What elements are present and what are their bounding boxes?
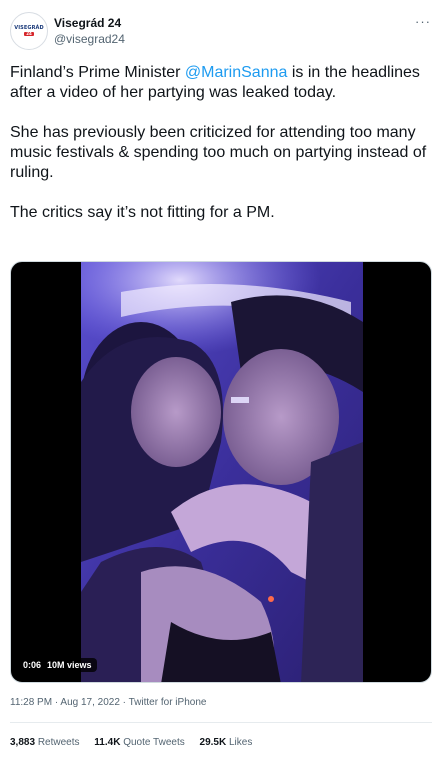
meta-separator-2: ·	[119, 697, 129, 708]
video-duration: 0:06	[23, 660, 42, 670]
tweet-text: Finland’s Prime Minister @MarinSanna is …	[10, 63, 430, 243]
video-frame-image	[81, 262, 363, 682]
tweet-date[interactable]: Aug 17, 2022	[60, 697, 120, 708]
avatar[interactable]: VISEGRÁD 24	[10, 12, 48, 50]
tweet-paragraph-2: She has previously been criticized for a…	[10, 124, 427, 181]
video-views: 10M views	[47, 660, 92, 670]
tweet-source[interactable]: Twitter for iPhone	[129, 697, 207, 708]
divider-top	[10, 722, 432, 723]
quote-tweets-count: 11.4K	[94, 737, 121, 748]
retweets-count: 3,883	[10, 737, 36, 748]
author-name[interactable]: Visegrád 24	[54, 16, 121, 30]
video-time-badge: 0:06 10M views	[18, 658, 97, 672]
avatar-logo-badge: 24	[24, 31, 34, 36]
tweet-paragraph-3: The critics say it’s not fitting for a P…	[10, 204, 275, 221]
likes-count: 29.5K	[199, 737, 227, 748]
tweet-header: VISEGRÁD 24 Visegrád 24 @visegrad24 ···	[10, 12, 433, 52]
tweet-paragraph-1-start: Finland’s Prime Minister	[10, 64, 185, 81]
retweets-stat[interactable]: 3,883 Retweets	[10, 737, 80, 748]
tweet-time[interactable]: 11:28 PM	[10, 697, 52, 708]
tweet-meta: 11:28 PM · Aug 17, 2022 · Twitter for iP…	[10, 697, 206, 708]
video-player[interactable]: 0:06 10M views	[10, 261, 432, 683]
retweets-label: Retweets	[37, 737, 80, 748]
tweet-paragraph-1: Finland’s Prime Minister @MarinSanna is …	[10, 63, 430, 103]
avatar-logo: VISEGRÁD 24	[14, 26, 44, 36]
author-handle[interactable]: @visegrad24	[54, 32, 125, 46]
more-options-icon[interactable]: ···	[415, 14, 431, 29]
quote-tweets-label: Quote Tweets	[123, 737, 185, 748]
likes-stat[interactable]: 29.5K Likes	[200, 737, 253, 748]
mention-link[interactable]: @MarinSanna	[185, 64, 288, 81]
quote-tweets-stat[interactable]: 11.4K Quote Tweets	[94, 737, 184, 748]
video-frame	[81, 262, 363, 682]
engagement-stats: 3,883 Retweets 11.4K Quote Tweets 29.5K …	[10, 737, 264, 748]
likes-label: Likes	[228, 737, 253, 748]
